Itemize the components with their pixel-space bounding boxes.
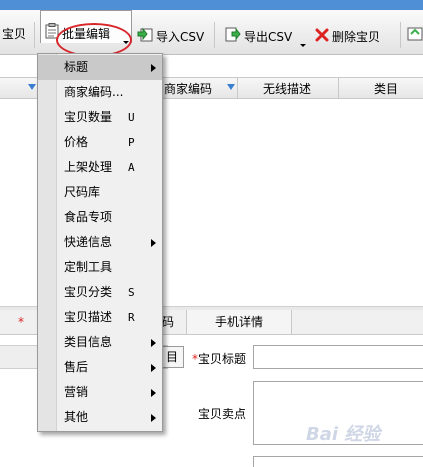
delete-item-button[interactable]: 删除宝贝	[315, 26, 380, 48]
export-icon	[225, 26, 241, 49]
menu-item-shortcut: A	[128, 161, 135, 174]
menu-item[interactable]: 尺码库	[38, 180, 162, 205]
menu-item-label: 标题	[64, 60, 89, 74]
menu-item-label: 快递信息	[64, 235, 113, 249]
chevron-right-icon	[151, 64, 156, 72]
window-top-bar	[0, 0, 423, 10]
menu-item-label: 售后	[64, 360, 89, 374]
menu-item[interactable]: 宝贝描述 R	[38, 305, 162, 330]
menu-item[interactable]: 营销	[38, 380, 162, 405]
chevron-right-icon	[151, 389, 156, 397]
menu-item-label: 类目信息	[64, 335, 113, 349]
menu-item-label: 宝贝描述	[64, 310, 113, 324]
menu-item[interactable]: 类目信息	[38, 330, 162, 355]
column-separator[interactable]	[237, 78, 238, 98]
import-csv-label: 导入CSV	[156, 30, 205, 44]
column-header-mobile-desc[interactable]: 无线描述	[263, 80, 311, 97]
title-input[interactable]	[253, 345, 423, 369]
chevron-right-icon	[151, 364, 156, 372]
menu-item[interactable]: 商家编码...	[38, 80, 162, 105]
toolbar-overflow-button[interactable]	[407, 26, 423, 48]
toolbar-separator	[34, 22, 35, 48]
menu-item-label: 食品专项	[64, 210, 113, 224]
tab-required-asterisk: *	[18, 315, 24, 329]
menu-item-label: 尺码库	[64, 185, 101, 199]
menu-item-label: 其他	[64, 410, 89, 424]
menu-item[interactable]: 标题	[38, 55, 162, 80]
menu-item[interactable]: 其他	[38, 405, 162, 430]
batch-edit-menu: 标题商家编码... 宝贝数量 U 价格 P 上架处理 A 尺码库食品专项快递信息定制工具宝贝分…	[37, 53, 163, 432]
menu-item-shortcut: P	[128, 136, 135, 149]
export-csv-button[interactable]: 导出CSV	[225, 26, 292, 48]
import-csv-button[interactable]: 导入CSV	[137, 26, 204, 48]
menu-item[interactable]: 快递信息	[38, 230, 162, 255]
menu-item[interactable]: 宝贝数量 U	[38, 105, 162, 130]
chevron-down-icon[interactable]	[300, 44, 306, 47]
column-separator[interactable]	[338, 78, 339, 98]
menu-item-shortcut: S	[128, 286, 135, 299]
menu-item-label: 宝贝数量	[64, 110, 113, 124]
chevron-right-icon	[151, 239, 156, 247]
toolbar-partial-button[interactable]: 宝贝	[2, 23, 26, 45]
menu-item[interactable]: 定制工具	[38, 255, 162, 280]
menu-item[interactable]: 售后	[38, 355, 162, 380]
selling-point-label: 宝贝卖点	[198, 407, 247, 421]
menu-item[interactable]: 宝贝分类 S	[38, 280, 162, 305]
menu-item-shortcut: R	[128, 311, 135, 324]
import-icon	[137, 26, 153, 49]
toolbar-separator	[214, 22, 215, 48]
menu-item[interactable]: 食品专项	[38, 205, 162, 230]
tab-partial[interactable]: 码	[162, 310, 174, 334]
column-header-sku[interactable]: 商家编码	[164, 80, 212, 97]
menu-item[interactable]: 上架处理 A	[38, 155, 162, 180]
watermark-logo: Bai 经验	[306, 424, 381, 445]
export-csv-label: 导出CSV	[244, 30, 293, 44]
delete-x-icon	[315, 27, 329, 49]
next-field-input[interactable]	[253, 456, 423, 467]
chevron-right-icon	[151, 339, 156, 347]
title-field-label: *宝贝标题	[192, 352, 247, 366]
menu-item-label: 价格	[64, 135, 89, 149]
menu-item-label: 定制工具	[64, 260, 113, 274]
column-header-category[interactable]: 类目	[374, 80, 398, 97]
menu-item-label: 营销	[64, 385, 89, 399]
delete-item-label: 删除宝贝	[332, 30, 381, 44]
highlight-oval	[56, 23, 132, 57]
menu-item-shortcut: U	[128, 111, 135, 124]
filter-icon[interactable]	[227, 84, 235, 90]
refresh-icon	[407, 26, 423, 49]
filter-icon[interactable]	[28, 84, 36, 90]
menu-item-label: 宝贝分类	[64, 285, 113, 299]
tab-mobile-detail[interactable]: 手机详情	[186, 310, 292, 334]
toolbar-separator	[400, 22, 401, 48]
chevron-right-icon	[151, 414, 156, 422]
category-select-button[interactable]: 目	[160, 346, 184, 368]
menu-item[interactable]: 价格 P	[38, 130, 162, 155]
menu-item-label: 上架处理	[64, 160, 113, 174]
menu-item-label: 商家编码...	[64, 85, 124, 99]
